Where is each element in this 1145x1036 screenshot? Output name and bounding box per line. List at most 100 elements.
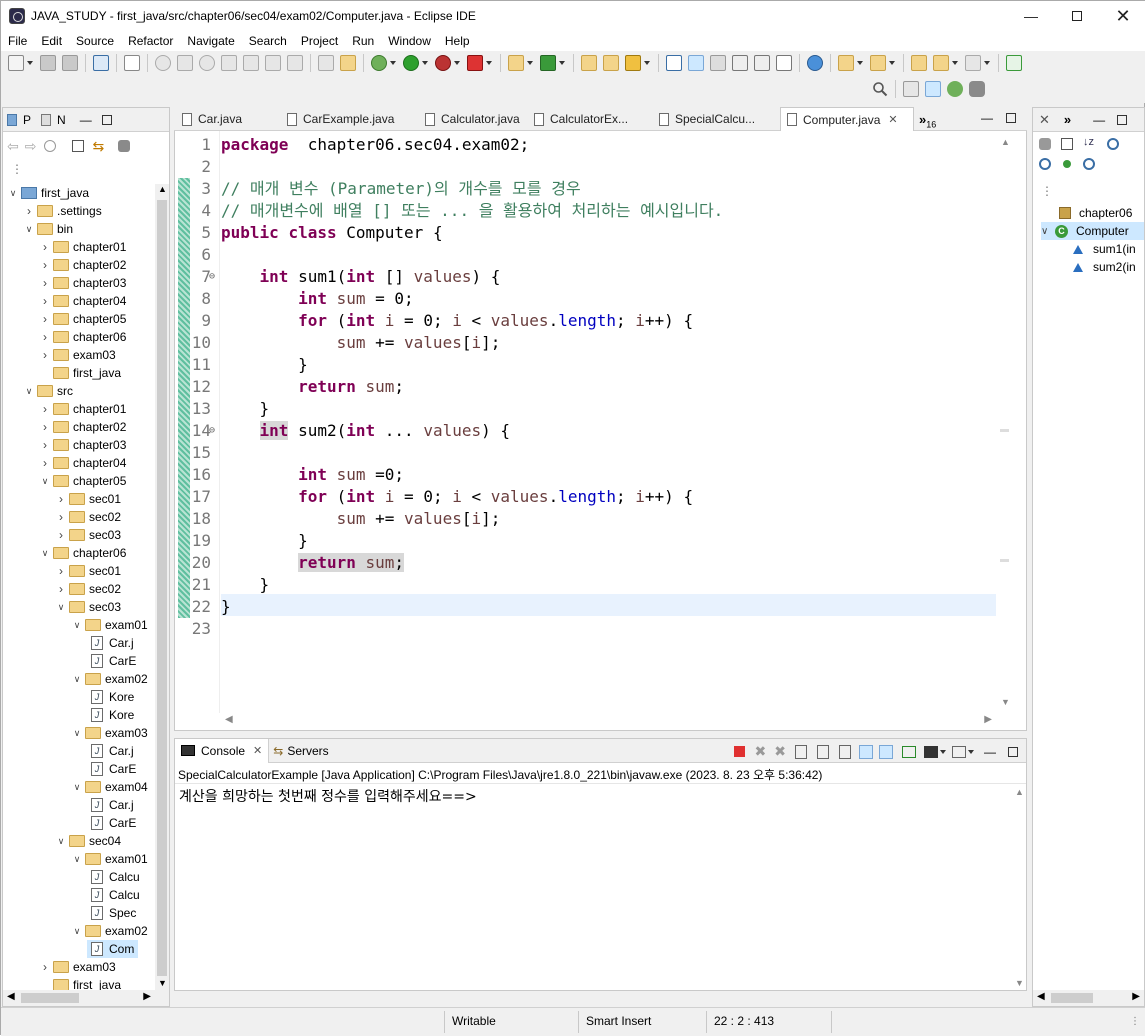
tab-navigator[interactable]: N (57, 113, 66, 127)
more-tabs-icon[interactable]: »16 (919, 112, 936, 130)
collapsed-chevron-icon[interactable]: › (39, 240, 51, 254)
tree-item[interactable]: › exam03 (39, 346, 116, 364)
menu-refactor[interactable]: Refactor (121, 34, 180, 48)
expanded-chevron-icon[interactable]: ∨ (71, 728, 83, 739)
skip-breakpoints-icon[interactable] (124, 55, 140, 71)
h-scroll-thumb[interactable] (21, 993, 79, 1003)
open-console-dropdown-icon[interactable] (968, 749, 974, 754)
console-minimize-icon[interactable]: — (984, 745, 996, 759)
external-tools-dropdown-icon[interactable] (486, 61, 492, 65)
menu-file[interactable]: File (1, 34, 34, 48)
editor-tab[interactable]: Car.java (176, 107, 276, 131)
tree-item[interactable]: ∨ exam02 (71, 670, 148, 688)
tree-item[interactable]: › chapter01 (39, 238, 126, 256)
expanded-chevron-icon[interactable]: ∨ (55, 602, 67, 613)
collapsed-chevron-icon[interactable]: › (39, 330, 51, 344)
console-close-icon[interactable]: ✕ (253, 744, 262, 757)
console-vertical-scrollbar[interactable]: ▲ ▼ (1012, 785, 1026, 990)
new-dropdown-icon[interactable] (27, 61, 33, 65)
maximize-view-icon[interactable] (101, 114, 112, 125)
disconnect-icon[interactable] (221, 55, 237, 71)
new-java-class-dropdown-icon[interactable] (559, 61, 565, 65)
tree-item[interactable]: › chapter02 (39, 256, 126, 274)
explorer-vertical-scrollbar[interactable]: ▲ ▼ (155, 184, 169, 990)
expanded-chevron-icon[interactable]: ∨ (71, 854, 83, 865)
next-annotation-dropdown-icon[interactable] (857, 61, 863, 65)
outline-scroll-left-icon[interactable]: ◀ (1037, 991, 1045, 1002)
maximize-button[interactable] (1054, 1, 1100, 31)
tree-item[interactable]: J Kore (87, 706, 134, 724)
scroll-right-icon[interactable]: ▶ (143, 991, 151, 1002)
tree-item[interactable]: › chapter01 (39, 400, 126, 418)
debug-dropdown-icon[interactable] (390, 61, 396, 65)
tree-item[interactable]: › sec03 (55, 526, 121, 544)
status-menu-dots-icon[interactable]: ⋮ (1130, 1016, 1140, 1027)
external-tools-icon[interactable] (467, 55, 483, 71)
expanded-chevron-icon[interactable]: ∨ (23, 224, 35, 235)
menu-source[interactable]: Source (69, 34, 121, 48)
pin-editor-icon[interactable] (1006, 55, 1022, 71)
console-scroll-up-icon[interactable]: ▲ (1015, 787, 1024, 797)
tab-console[interactable]: Console ✕ (175, 738, 270, 763)
tree-item[interactable]: ∨ exam02 (71, 922, 148, 940)
expanded-chevron-icon[interactable]: ∨ (7, 188, 19, 199)
menu-run[interactable]: Run (345, 34, 381, 48)
editor-tab-close-icon[interactable]: ✕ (888, 113, 897, 126)
mark-occurrences-icon[interactable] (688, 55, 704, 71)
terminate-icon[interactable] (733, 746, 745, 757)
editor-horizontal-scrollbar[interactable]: ◀ ▶ (221, 714, 996, 728)
outline-more-views-icon[interactable]: » (1064, 112, 1071, 127)
fold-toggle-icon[interactable]: ⊖ (209, 420, 215, 442)
collapsed-chevron-icon[interactable]: › (55, 510, 67, 524)
view-menu-dots-icon[interactable]: ⋮ (11, 162, 23, 176)
scroll-left-icon[interactable]: ◀ (7, 991, 15, 1002)
editor-scroll-left-icon[interactable]: ◀ (225, 714, 233, 725)
tree-item[interactable]: ∨ chapter05 (39, 472, 127, 490)
save-icon[interactable] (40, 55, 56, 71)
tree-item[interactable]: J Spec (87, 904, 136, 922)
outline-item[interactable]: ∨ C Computer (1041, 222, 1144, 240)
tree-item[interactable]: › sec01 (55, 562, 121, 580)
pin-console-icon[interactable] (902, 745, 916, 758)
tree-item[interactable]: ∨ sec03 (55, 598, 121, 616)
tree-item[interactable]: J CarE (87, 652, 136, 670)
editor-tab[interactable]: CalculatorEx... (528, 107, 648, 131)
collapsed-chevron-icon[interactable]: › (39, 348, 51, 362)
scroll-up-icon[interactable]: ▲ (158, 184, 167, 194)
collapsed-chevron-icon[interactable]: › (39, 312, 51, 326)
menu-navigate[interactable]: Navigate (180, 34, 241, 48)
open-task-icon[interactable] (603, 55, 619, 71)
coverage-icon[interactable] (435, 55, 451, 71)
new-icon[interactable] (8, 55, 24, 71)
new-java-project-icon[interactable] (508, 55, 524, 71)
editor-tab[interactable]: Calculator.java (419, 107, 523, 131)
back-icon[interactable]: ⇦ (7, 138, 19, 155)
coverage-dropdown-icon[interactable] (454, 61, 460, 65)
up-icon[interactable] (44, 140, 57, 152)
collapsed-chevron-icon[interactable]: › (39, 258, 51, 272)
outline-item[interactable]: sum1(in (1073, 240, 1136, 258)
run-dropdown-icon[interactable] (422, 61, 428, 65)
tree-item[interactable]: › chapter04 (39, 292, 126, 310)
save-all-icon[interactable] (62, 55, 78, 71)
expanded-chevron-icon[interactable]: ∨ (39, 548, 51, 559)
annotation-icon[interactable] (666, 55, 682, 71)
search-toolbar-dropdown-icon[interactable] (644, 61, 650, 65)
hide-non-public-icon[interactable] (1063, 160, 1071, 168)
tree-item[interactable]: › sec02 (55, 580, 121, 598)
collapsed-chevron-icon[interactable]: › (39, 456, 51, 470)
web-browser-icon[interactable] (807, 55, 823, 71)
editor-scroll-right-icon[interactable]: ▶ (984, 714, 992, 725)
tree-item[interactable]: first_java (39, 364, 121, 382)
tree-item[interactable]: ∨ src (23, 382, 73, 400)
debug-perspective-icon[interactable] (947, 81, 963, 97)
collapsed-chevron-icon[interactable]: › (39, 276, 51, 290)
link-with-editor-icon[interactable]: ⇆ (92, 138, 104, 155)
display-console-dropdown-icon[interactable] (940, 749, 946, 754)
outline-item[interactable]: sum2(in (1073, 258, 1136, 276)
expanded-chevron-icon[interactable]: ∨ (39, 476, 51, 487)
editor-tab[interactable]: CarExample.java (281, 107, 413, 131)
java-perspective-icon[interactable] (925, 81, 941, 97)
show-on-stderr-icon[interactable] (879, 744, 893, 759)
collapsed-chevron-icon[interactable]: › (39, 438, 51, 452)
